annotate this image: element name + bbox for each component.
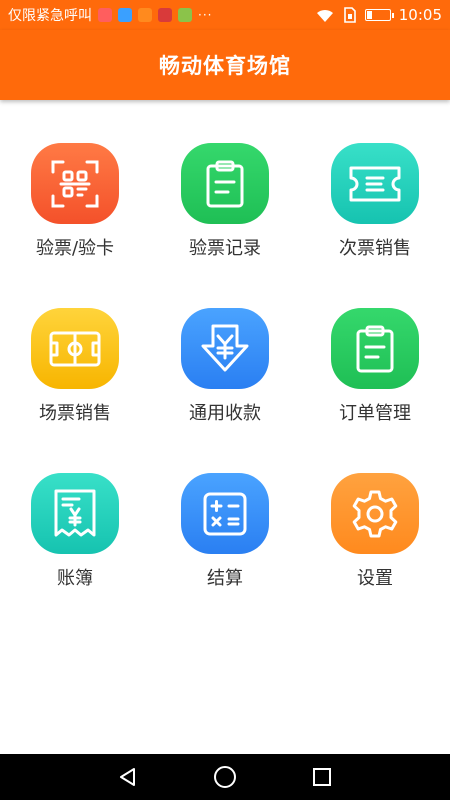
- tile-general-payment[interactable]: 通用收款: [150, 265, 300, 425]
- yuan-download-icon: [181, 308, 269, 389]
- tile-label: 设置: [357, 568, 393, 589]
- sim-icon: [343, 7, 356, 23]
- notification-app-icon: [98, 8, 112, 22]
- tile-label: 结算: [207, 568, 243, 589]
- tile-label: 次票销售: [339, 238, 411, 259]
- home-icon: [213, 766, 236, 788]
- notification-app-icon: [158, 8, 172, 22]
- battery-icon: [364, 9, 394, 21]
- tile-label: 场票销售: [39, 403, 111, 424]
- tile-settings[interactable]: 设置: [300, 430, 450, 590]
- home-button[interactable]: [205, 757, 245, 797]
- tile-ticket-sales[interactable]: 次票销售: [300, 100, 450, 260]
- back-button[interactable]: [108, 757, 148, 797]
- tile-settlement[interactable]: 结算: [150, 430, 300, 590]
- app-bar: 畅动体育场馆: [0, 30, 450, 100]
- recents-icon: [312, 768, 331, 786]
- court-icon: [31, 308, 119, 389]
- notification-app-icon: [118, 8, 132, 22]
- wifi-icon: [316, 9, 333, 22]
- more-notifications-icon: ···: [198, 8, 213, 22]
- tile-court-sales[interactable]: 场票销售: [0, 265, 150, 425]
- recents-button[interactable]: [302, 757, 342, 797]
- tile-label: 通用收款: [189, 403, 261, 424]
- gear-icon: [331, 473, 419, 554]
- receipt-icon: [31, 473, 119, 554]
- tile-ledger[interactable]: 账簿: [0, 430, 150, 590]
- notification-app-icon: [178, 8, 192, 22]
- tile-label: 验票/验卡: [35, 238, 115, 259]
- tile-label: 验票记录: [189, 238, 261, 259]
- tile-label: 账簿: [57, 568, 93, 589]
- status-bar: 仅限紧急呼叫 ··· 10:05: [0, 0, 450, 30]
- tile-verify-records[interactable]: 验票记录: [150, 100, 300, 260]
- clipboard-icon: [181, 143, 269, 224]
- clock-time: 10:05: [398, 6, 442, 24]
- tile-verify-ticket[interactable]: 验票/验卡: [0, 100, 150, 260]
- page-title: 畅动体育场馆: [159, 54, 291, 78]
- notification-app-icon: [138, 8, 152, 22]
- calculator-icon: [181, 473, 269, 554]
- carrier-text: 仅限紧急呼叫: [8, 8, 92, 24]
- clipboard-icon: [331, 308, 419, 389]
- tile-order-management[interactable]: 订单管理: [300, 265, 450, 425]
- system-nav-bar: [0, 754, 450, 800]
- tile-label: 订单管理: [339, 403, 411, 424]
- qr-scan-icon: [31, 143, 119, 224]
- back-icon: [120, 768, 136, 786]
- ticket-icon: [331, 143, 419, 224]
